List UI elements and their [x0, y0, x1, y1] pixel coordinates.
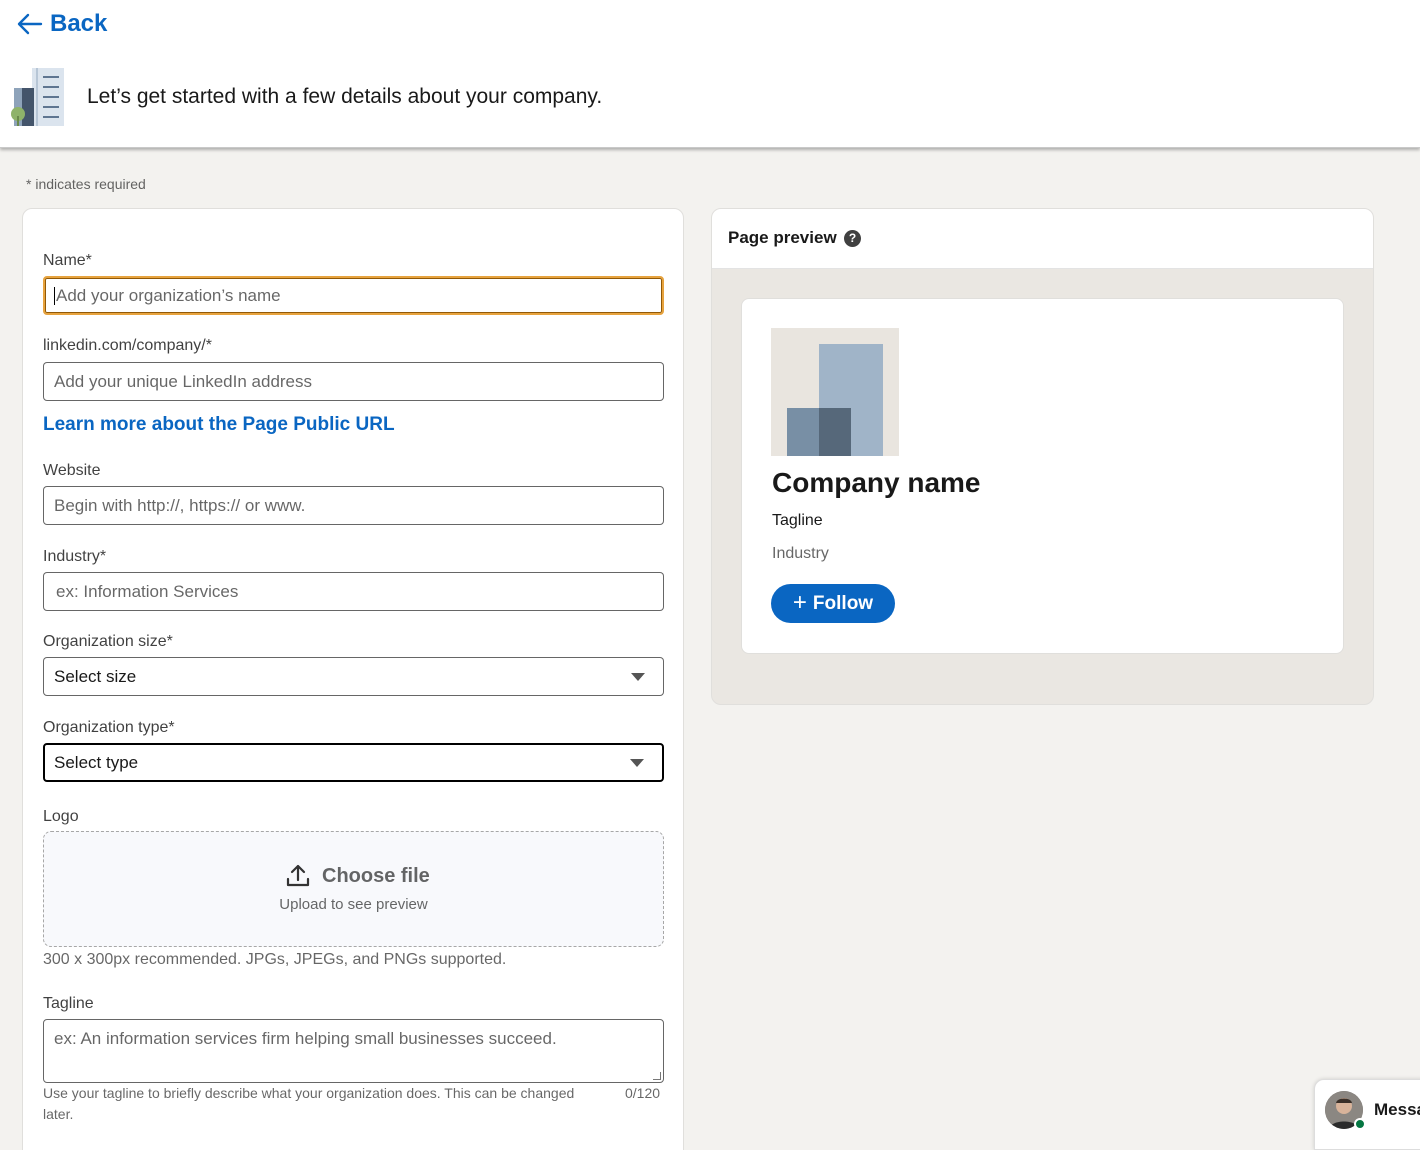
preview-header: Page preview ? — [712, 209, 1373, 269]
company-url-input[interactable]: Add your unique LinkedIn address — [43, 362, 664, 401]
tagline-label: Tagline — [43, 995, 94, 1012]
tagline-placeholder: ex: An information services firm helping… — [54, 1029, 557, 1048]
learn-more-url-link[interactable]: Learn more about the Page Public URL — [43, 414, 395, 436]
size-label: Organization size* — [43, 633, 173, 650]
back-label: Back — [50, 10, 108, 37]
industry-label: Industry* — [43, 548, 107, 565]
company-building-icon — [11, 68, 64, 126]
tagline-textarea[interactable]: ex: An information services firm helping… — [43, 1019, 664, 1083]
chevron-down-icon — [631, 672, 645, 681]
question-circle-icon[interactable]: ? — [844, 230, 861, 247]
size-value: Select size — [54, 666, 137, 686]
choose-file-button[interactable]: Choose file — [322, 865, 430, 888]
follow-button[interactable]: + Follow — [771, 584, 895, 623]
preview-title: Page preview — [728, 228, 837, 247]
url-label: linkedin.com/company/* — [43, 337, 212, 354]
name-placeholder: Add your organization’s name — [56, 285, 281, 305]
upload-icon — [286, 864, 310, 887]
company-name: Company name — [772, 467, 981, 498]
messaging-widget[interactable]: Messa — [1314, 1079, 1420, 1150]
company-industry: Industry — [772, 545, 829, 562]
plus-icon: + — [792, 588, 807, 616]
text-caret — [54, 286, 55, 305]
top-header: Back Let’s get started with a few detail… — [0, 0, 1420, 148]
company-tagline: Tagline — [772, 512, 823, 529]
page-preview-panel: Page preview ? Company name Tagline Indu… — [711, 208, 1374, 705]
type-value: Select type — [54, 752, 139, 772]
tagline-counter: 0/120 — [625, 1085, 661, 1101]
page-title: Let’s get started with a few details abo… — [87, 85, 603, 108]
website-placeholder: Begin with http://, https:// or www. — [54, 495, 306, 515]
messaging-label: Messa — [1374, 1100, 1420, 1119]
back-button[interactable]: Back — [16, 10, 107, 38]
company-form: Name* Add your organization’s name linke… — [22, 208, 684, 1150]
company-logo-placeholder-icon — [771, 328, 899, 456]
online-status-icon — [1354, 1118, 1366, 1130]
logo-helper-text: 300 x 300px recommended. JPGs, JPEGs, an… — [43, 951, 507, 968]
name-input[interactable]: Add your organization’s name — [43, 276, 664, 315]
type-label: Organization type* — [43, 719, 175, 736]
url-placeholder: Add your unique LinkedIn address — [54, 371, 313, 391]
website-input[interactable]: Begin with http://, https:// or www. — [43, 486, 664, 525]
arrow-left-icon — [17, 13, 43, 35]
organization-size-select[interactable]: Select size — [43, 657, 664, 696]
logo-upload-dropzone[interactable]: Choose file Upload to see preview — [43, 831, 664, 947]
resize-handle-icon[interactable] — [653, 1072, 661, 1080]
tagline-helper-text: Use your tagline to briefly describe wha… — [43, 1085, 575, 1122]
choose-file-row[interactable]: Choose file — [284, 862, 430, 890]
required-note: * indicates required — [26, 176, 146, 192]
company-preview-card: Company name Tagline Industry + Follow — [741, 298, 1344, 654]
industry-input[interactable]: ex: Information Services — [43, 572, 664, 611]
chevron-down-icon — [630, 758, 644, 767]
industry-placeholder: ex: Information Services — [56, 581, 239, 601]
name-label: Name* — [43, 252, 92, 269]
website-label: Website — [43, 462, 101, 479]
follow-label: Follow — [812, 592, 874, 614]
organization-type-select[interactable]: Select type — [43, 743, 664, 782]
upload-subtext: Upload to see preview — [279, 896, 428, 913]
logo-label: Logo — [43, 808, 79, 825]
